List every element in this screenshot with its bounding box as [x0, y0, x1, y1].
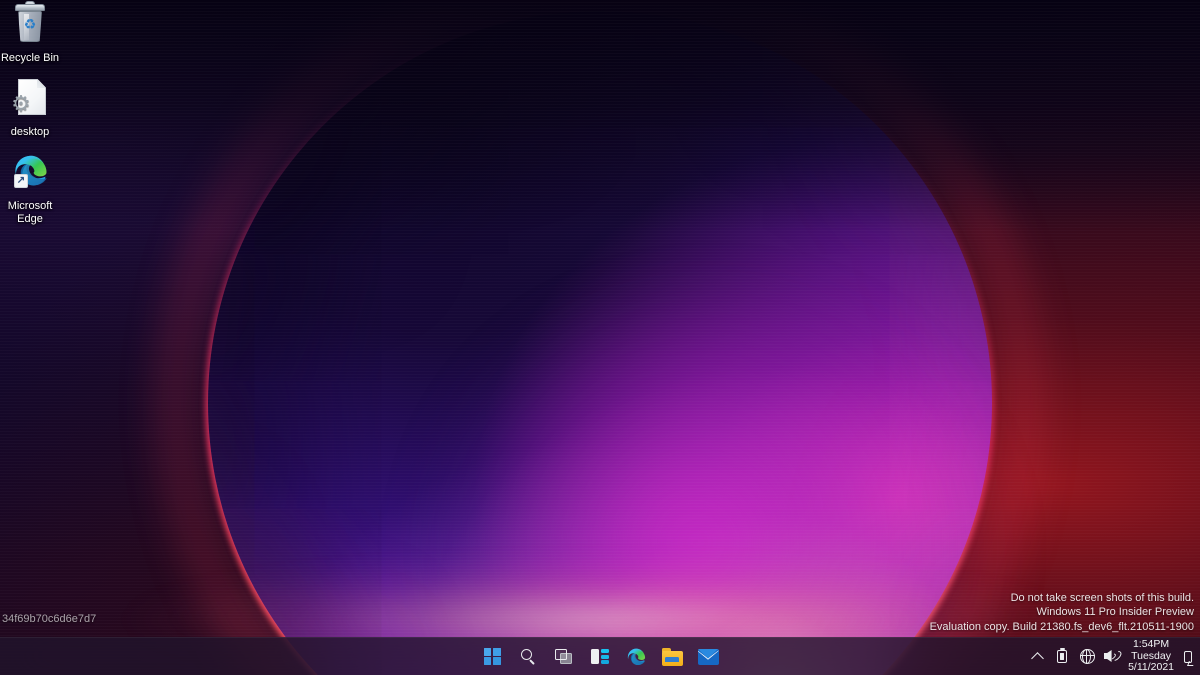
windows-logo-icon	[483, 648, 501, 665]
folder-icon	[661, 647, 683, 666]
widgets-icon	[591, 649, 609, 664]
show-hidden-icons-button[interactable]	[1029, 649, 1045, 665]
desktop-icon-desktop-ini[interactable]: ⚙ desktop	[0, 76, 68, 139]
speaker-icon	[1104, 649, 1124, 664]
edge-label-line1: Microsoft	[7, 200, 53, 212]
config-file-icon: ⚙	[6, 76, 54, 124]
widgets-button[interactable]	[587, 644, 613, 670]
wallpaper-noise	[0, 0, 1200, 675]
taskbar[interactable]: 1:54PM Tuesday 5/11/2021	[0, 637, 1200, 675]
notification-center-button[interactable]	[1180, 649, 1196, 665]
system-tray: 1:54PM Tuesday 5/11/2021	[1025, 638, 1200, 675]
volume-status-button[interactable]	[1104, 649, 1124, 665]
mail-icon	[697, 648, 719, 665]
microsoft-edge-icon: ↗	[6, 150, 54, 198]
desktop[interactable]: ♻ Recycle Bin ⚙ desktop ↗ Microsoft Edge…	[0, 0, 1200, 675]
chat-bubble-icon	[1184, 650, 1192, 663]
search-icon	[520, 648, 537, 665]
battery-icon	[1055, 648, 1069, 664]
globe-icon	[1079, 649, 1095, 664]
taskbar-app-buttons	[479, 638, 721, 675]
desktop-icon-label: Recycle Bin	[0, 52, 60, 64]
network-status-button[interactable]	[1079, 649, 1095, 665]
desktop-icon-microsoft-edge[interactable]: ↗ Microsoft Edge	[0, 150, 68, 225]
clock-button[interactable]: 1:54PM Tuesday 5/11/2021	[1126, 639, 1180, 674]
file-explorer-button[interactable]	[659, 644, 685, 670]
search-button[interactable]	[515, 644, 541, 670]
desktop-icon-recycle-bin[interactable]: ♻ Recycle Bin	[0, 1, 68, 65]
battery-status-button[interactable]	[1054, 648, 1070, 665]
shortcut-arrow-icon: ↗	[14, 174, 28, 188]
desktop-icon-label: Microsoft Edge	[0, 200, 68, 225]
recycle-bin-icon: ♻	[6, 1, 54, 50]
build-hash-text: 34f69b70c6d6e7d7	[2, 613, 97, 625]
task-view-icon	[555, 648, 573, 665]
chevron-up-icon	[1030, 651, 1044, 665]
desktop-icon-label: desktop	[10, 126, 50, 138]
clock-date: 5/11/2021	[1128, 661, 1174, 674]
mail-button[interactable]	[695, 644, 721, 670]
tray-icon-group	[1025, 648, 1126, 665]
task-view-button[interactable]	[551, 644, 577, 670]
microsoft-edge-icon	[626, 646, 647, 667]
edge-label-line2: Edge	[17, 212, 43, 225]
start-button[interactable]	[479, 644, 505, 670]
edge-button[interactable]	[623, 644, 649, 670]
